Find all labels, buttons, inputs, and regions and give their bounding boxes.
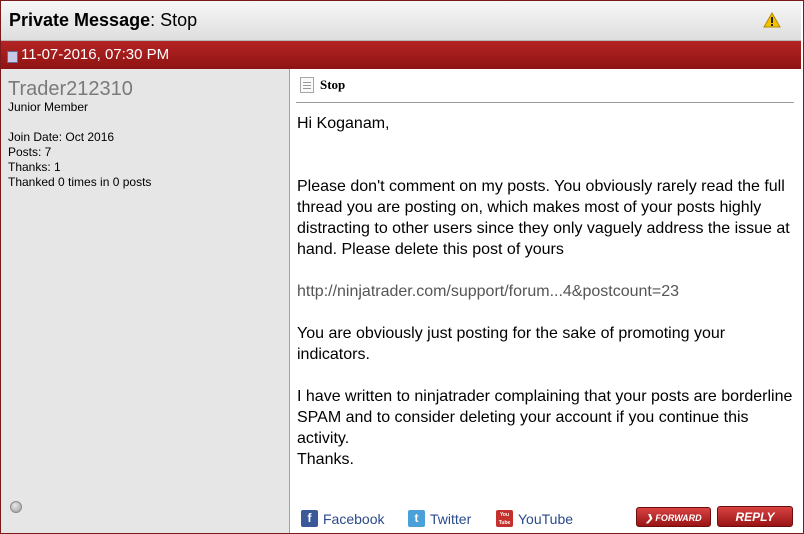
forward-button[interactable]: ❯ FORWARD xyxy=(636,507,711,527)
body-paragraph-2: You are obviously just posting for the s… xyxy=(297,325,726,363)
facebook-icon: f xyxy=(301,510,318,527)
divider xyxy=(296,102,794,103)
join-date: Join Date: Oct 2016 xyxy=(8,130,115,144)
thanks-count: Thanks: 1 xyxy=(8,160,61,174)
message-subject: Stop xyxy=(320,77,346,92)
post-date: 11-07-2016, 07:30 PM xyxy=(21,46,170,63)
post-date-bar: 11-07-2016, 07:30 PM xyxy=(1,41,801,69)
message-body: Hi Koganam, Please don't comment on my p… xyxy=(297,113,797,470)
youtube-icon: You Tube xyxy=(496,510,513,527)
user-title: Junior Member xyxy=(8,100,89,114)
closing: Thanks. xyxy=(297,451,354,468)
post-status-icon xyxy=(7,51,18,63)
document-icon xyxy=(300,77,314,93)
body-paragraph-1: Please don't comment on my posts. You ob… xyxy=(297,178,790,258)
title-bar: Private Message: Stop xyxy=(1,1,801,41)
body-paragraph-3: I have written to ninjatrader complainin… xyxy=(297,388,793,447)
post-count: Posts: 7 xyxy=(8,145,52,159)
greeting: Hi Koganam, xyxy=(297,115,390,132)
warning-icon[interactable] xyxy=(763,12,781,28)
user-info-panel: Trader212310 Junior Member Join Date: Oc… xyxy=(1,69,290,533)
twitter-icon: t xyxy=(408,510,425,527)
page-title: Private Message: Stop xyxy=(9,10,198,30)
online-status-icon xyxy=(10,501,22,513)
user-stats: Join Date: Oct 2016 Posts: 7 Thanks: 1 T… xyxy=(8,130,151,190)
username[interactable]: Trader212310 xyxy=(8,78,133,101)
message-content: Stop Hi Koganam, Please don't comment on… xyxy=(291,69,801,533)
post-link[interactable]: http://ninjatrader.com/support/forum...4… xyxy=(297,281,797,302)
reply-button[interactable]: REPLY xyxy=(717,506,793,527)
thanked-count: Thanked 0 times in 0 posts xyxy=(8,175,152,189)
